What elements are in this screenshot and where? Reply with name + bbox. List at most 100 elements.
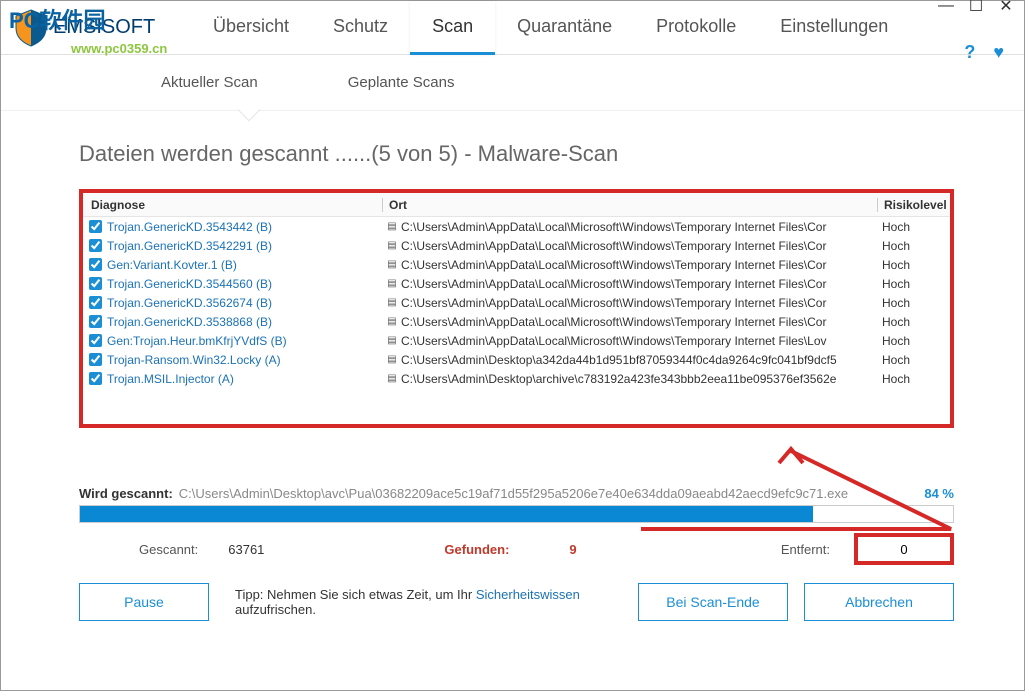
sub-nav: Aktueller Scan Geplante Scans [1, 55, 1024, 111]
file-icon: ▤ [383, 373, 401, 384]
file-icon: ▤ [383, 335, 401, 346]
table-row[interactable]: Trojan.GenericKD.3562674 (B)▤C:\Users\Ad… [83, 293, 950, 312]
row-checkbox[interactable] [83, 296, 107, 309]
row-checkbox[interactable] [83, 315, 107, 328]
scanning-percent: 84 % [924, 486, 954, 501]
row-risk: Hoch [878, 334, 950, 348]
row-diagnose[interactable]: Trojan.MSIL.Injector (A) [107, 372, 383, 386]
row-checkbox[interactable] [83, 258, 107, 271]
row-diagnose[interactable]: Trojan-Ransom.Win32.Locky (A) [107, 353, 383, 367]
tip-text: Tipp: Nehmen Sie sich etwas Zeit, um Ihr… [225, 587, 622, 617]
stats-row: Gescannt: 63761 Gefunden: 9 Entfernt: 0 [79, 533, 954, 565]
table-row[interactable]: Trojan.GenericKD.3538868 (B)▤C:\Users\Ad… [83, 312, 950, 331]
watermark-text: PC软件园 [9, 3, 106, 35]
removed-annotation-box: 0 [854, 533, 954, 565]
row-diagnose[interactable]: Trojan.GenericKD.3538868 (B) [107, 315, 383, 329]
tip-link[interactable]: Sicherheitswissen [476, 587, 580, 602]
nav-item-übersicht[interactable]: Übersicht [191, 1, 311, 55]
table-header: Diagnose Ort Risikolevel [83, 193, 950, 217]
main-nav: ÜbersichtSchutzScanQuarantäneProtokolleE… [191, 1, 940, 55]
row-risk: Hoch [878, 258, 950, 272]
row-risk: Hoch [878, 353, 950, 367]
progress-fill [80, 506, 813, 522]
row-checkbox[interactable] [83, 220, 107, 233]
row-checkbox[interactable] [83, 353, 107, 366]
row-diagnose[interactable]: Trojan.GenericKD.3562674 (B) [107, 296, 383, 310]
row-ort: C:\Users\Admin\AppData\Local\Microsoft\W… [401, 220, 878, 234]
minimize-button[interactable]: — [940, 0, 952, 12]
file-icon: ▤ [383, 316, 401, 327]
row-diagnose[interactable]: Trojan.GenericKD.3542291 (B) [107, 239, 383, 253]
table-row[interactable]: Trojan.MSIL.Injector (A)▤C:\Users\Admin\… [83, 369, 950, 388]
table-padding [83, 388, 950, 424]
table-body: Trojan.GenericKD.3543442 (B)▤C:\Users\Ad… [83, 217, 950, 388]
row-ort: C:\Users\Admin\AppData\Local\Microsoft\W… [401, 239, 878, 253]
progress-bar [79, 505, 954, 523]
row-risk: Hoch [878, 277, 950, 291]
bottom-row: Pause Tipp: Nehmen Sie sich etwas Zeit, … [79, 583, 954, 621]
file-icon: ▤ [383, 354, 401, 365]
header-risikolevel[interactable]: Risikolevel [878, 198, 950, 212]
row-diagnose[interactable]: Gen:Trojan.Heur.bmKfrjYVdfS (B) [107, 334, 383, 348]
scanned-value: 63761 [228, 542, 264, 557]
row-checkbox[interactable] [83, 239, 107, 252]
cancel-button[interactable]: Abbrechen [804, 583, 954, 621]
table-row[interactable]: Gen:Variant.Kovter.1 (B)▤C:\Users\Admin\… [83, 255, 950, 274]
table-row[interactable]: Trojan.GenericKD.3542291 (B)▤C:\Users\Ad… [83, 236, 950, 255]
file-icon: ▤ [383, 297, 401, 308]
row-ort: C:\Users\Admin\Desktop\archive\c783192a4… [401, 372, 878, 386]
file-icon: ▤ [383, 278, 401, 289]
row-ort: C:\Users\Admin\AppData\Local\Microsoft\W… [401, 258, 878, 272]
row-diagnose[interactable]: Trojan.GenericKD.3544560 (B) [107, 277, 383, 291]
nav-item-schutz[interactable]: Schutz [311, 1, 410, 55]
nav-item-protokolle[interactable]: Protokolle [634, 1, 758, 55]
table-row[interactable]: Trojan.GenericKD.3543442 (B)▤C:\Users\Ad… [83, 217, 950, 236]
row-risk: Hoch [878, 315, 950, 329]
removed-label: Entfernt: [781, 542, 830, 557]
content-area: Dateien werden gescannt ......(5 von 5) … [1, 111, 1024, 621]
row-risk: Hoch [878, 372, 950, 386]
row-diagnose[interactable]: Gen:Variant.Kovter.1 (B) [107, 258, 383, 272]
row-risk: Hoch [878, 239, 950, 253]
tip-prefix: Tipp: Nehmen Sie sich etwas Zeit, um Ihr [235, 587, 476, 602]
nav-item-einstellungen[interactable]: Einstellungen [758, 1, 910, 55]
close-button[interactable]: ✕ [1000, 0, 1012, 12]
row-diagnose[interactable]: Trojan.GenericKD.3543442 (B) [107, 220, 383, 234]
subnav-item-0[interactable]: Aktueller Scan [161, 74, 258, 91]
row-ort: C:\Users\Admin\AppData\Local\Microsoft\W… [401, 334, 878, 348]
header-diagnose[interactable]: Diagnose [83, 198, 383, 212]
table-row[interactable]: Trojan-Ransom.Win32.Locky (A)▤C:\Users\A… [83, 350, 950, 369]
row-ort: C:\Users\Admin\Desktop\a342da44b1d951bf8… [401, 353, 878, 367]
row-risk: Hoch [878, 296, 950, 310]
subnav-item-1[interactable]: Geplante Scans [348, 74, 455, 91]
file-icon: ▤ [383, 259, 401, 270]
scanned-label: Gescannt: [139, 542, 198, 557]
row-ort: C:\Users\Admin\AppData\Local\Microsoft\W… [401, 315, 878, 329]
scanning-path: C:\Users\Admin\Desktop\avc\Pua\03682209a… [179, 486, 921, 501]
nav-item-scan[interactable]: Scan [410, 1, 495, 55]
row-checkbox[interactable] [83, 277, 107, 290]
found-label: Gefunden: [444, 542, 509, 557]
window-controls: — ☐ ✕ [940, 0, 1024, 12]
nav-item-quarantäne[interactable]: Quarantäne [495, 1, 634, 55]
scanning-row: Wird gescannt: C:\Users\Admin\Desktop\av… [79, 486, 954, 501]
results-annotation-box: Diagnose Ort Risikolevel Trojan.GenericK… [79, 189, 954, 428]
scan-end-button[interactable]: Bei Scan-Ende [638, 583, 788, 621]
row-risk: Hoch [878, 220, 950, 234]
table-row[interactable]: Trojan.GenericKD.3544560 (B)▤C:\Users\Ad… [83, 274, 950, 293]
table-row[interactable]: Gen:Trojan.Heur.bmKfrjYVdfS (B)▤C:\Users… [83, 331, 950, 350]
found-value: 9 [569, 542, 576, 557]
row-ort: C:\Users\Admin\AppData\Local\Microsoft\W… [401, 277, 878, 291]
maximize-button[interactable]: ☐ [970, 0, 982, 12]
scanning-label: Wird gescannt: [79, 486, 173, 501]
file-icon: ▤ [383, 240, 401, 251]
row-checkbox[interactable] [83, 372, 107, 385]
file-icon: ▤ [383, 221, 401, 232]
pause-button[interactable]: Pause [79, 583, 209, 621]
row-ort: C:\Users\Admin\AppData\Local\Microsoft\W… [401, 296, 878, 310]
tip-suffix: aufzufrischen. [235, 602, 316, 617]
page-title: Dateien werden gescannt ......(5 von 5) … [79, 141, 954, 167]
row-checkbox[interactable] [83, 334, 107, 347]
header-ort[interactable]: Ort [383, 198, 878, 212]
watermark-url: www.pc0359.cn [71, 41, 167, 56]
